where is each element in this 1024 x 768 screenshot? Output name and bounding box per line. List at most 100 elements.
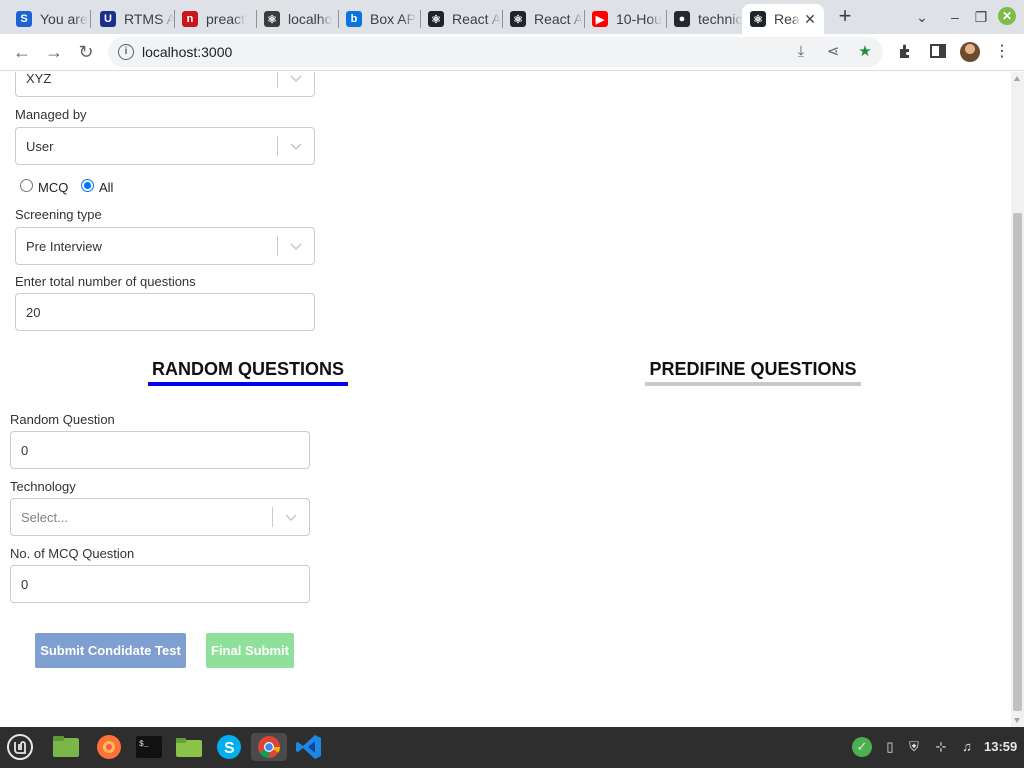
radio-mcq-label: MCQ xyxy=(38,180,69,195)
update-manager-icon[interactable]: ✓ xyxy=(852,737,872,757)
browser-tab[interactable]: ▶ 10-Hou xyxy=(584,4,666,34)
svg-text:S: S xyxy=(224,740,235,757)
submit-candidate-test-button[interactable]: Submit Condidate Test xyxy=(35,633,186,668)
browser-tab-label: React A xyxy=(534,11,584,27)
total-questions-input[interactable] xyxy=(15,293,315,331)
react-icon: ⚛ xyxy=(750,11,766,27)
final-submit-button[interactable]: Final Submit xyxy=(206,633,294,668)
tab-close-icon[interactable]: ✕ xyxy=(802,11,818,27)
browser-menu-icon[interactable]: ⋮ xyxy=(992,42,1012,62)
browser-tab[interactable]: ⚛ React A xyxy=(502,4,584,34)
browser-tab-label: preact xyxy=(206,11,245,27)
browser-tab-label: RTMS A xyxy=(124,11,174,27)
browser-tab[interactable]: ⚛ localho xyxy=(256,4,338,34)
chevron-down-icon[interactable] xyxy=(289,72,303,85)
technology-label: Technology xyxy=(10,479,76,494)
radio-all-label: All xyxy=(99,180,114,195)
browser-tab[interactable]: ● technic xyxy=(666,4,742,34)
browser-tab-label: You are xyxy=(40,11,88,27)
technology-select[interactable]: Select... xyxy=(10,498,310,536)
youtube-icon: ▶ xyxy=(592,11,608,27)
u-icon: U xyxy=(100,11,116,27)
files-icon[interactable] xyxy=(52,733,80,761)
window-close-icon[interactable]: ✕ xyxy=(998,7,1016,25)
tab-search-chevron-icon[interactable]: ⌄ xyxy=(912,7,932,27)
reload-icon[interactable]: ↻ xyxy=(74,40,98,64)
profile-avatar[interactable] xyxy=(960,42,980,62)
managed-by-value: User xyxy=(26,139,54,154)
share-icon[interactable]: ⋖ xyxy=(824,43,842,61)
browser-tabstrip: S You are U RTMS An preact ⚛ localho b Box AP ⚛ Re… xyxy=(0,0,1024,34)
firefox-icon[interactable] xyxy=(95,733,123,761)
install-app-icon[interactable]: ⤓ xyxy=(792,43,810,61)
screening-type-select[interactable]: Pre Interview xyxy=(15,227,315,265)
technology-placeholder: Select... xyxy=(21,510,68,525)
tab-separator xyxy=(90,10,91,28)
browser-tab[interactable]: S You are xyxy=(8,4,90,34)
browser-tab-label: 10-Hou xyxy=(616,11,662,27)
random-question-input[interactable] xyxy=(10,431,310,469)
browser-tab[interactable]: n preact xyxy=(174,4,256,34)
chevron-down-icon[interactable] xyxy=(284,510,298,524)
mint-menu-icon[interactable] xyxy=(6,733,34,761)
address-bar[interactable]: i localhost:3000 ⤓ ⋖ ★ xyxy=(108,37,883,67)
tab-predefine-questions[interactable]: PREDIFINE QUESTIONS xyxy=(645,359,861,380)
scroll-up-arrow-icon[interactable] xyxy=(1014,76,1020,81)
scrollbar-thumb[interactable] xyxy=(1013,213,1022,711)
browser-tab-label: React A xyxy=(452,11,502,27)
screening-type-label: Screening type xyxy=(15,207,102,222)
browser-tab[interactable]: b Box AP xyxy=(338,4,420,34)
page-viewport: XYZ Managed by User MCQ All Screening ty… xyxy=(0,72,1011,727)
select-separator xyxy=(277,136,278,156)
company-select[interactable]: XYZ xyxy=(15,72,315,97)
tab-random-questions[interactable]: RANDOM QUESTIONS xyxy=(148,359,348,380)
mcq-count-input[interactable] xyxy=(10,565,310,603)
managed-by-label: Managed by xyxy=(15,107,87,122)
browser-tab[interactable]: ⚛ Rea ✕ xyxy=(742,4,824,34)
skype-icon[interactable]: S xyxy=(215,733,243,761)
extensions-puzzle-icon[interactable] xyxy=(896,42,916,62)
back-arrow-icon[interactable]: ← xyxy=(10,40,34,64)
preact-icon: n xyxy=(182,11,198,27)
terminal-icon[interactable]: $_ xyxy=(135,733,163,761)
tab-predefine-underline xyxy=(645,382,861,386)
browser-tab-label: localho xyxy=(288,11,333,27)
site-info-icon[interactable]: i xyxy=(118,44,134,60)
chevron-down-icon[interactable] xyxy=(289,239,303,253)
radio-all[interactable] xyxy=(81,179,94,192)
url-text[interactable]: localhost:3000 xyxy=(142,44,232,60)
chrome-icon[interactable] xyxy=(251,733,287,761)
chevron-down-icon[interactable] xyxy=(289,139,303,153)
radio-mcq[interactable] xyxy=(20,179,33,192)
os-taskbar: $_ S ✓ ▯ ⛨ ⊹ ♫ 13:59 xyxy=(0,727,1024,768)
folder-icon[interactable] xyxy=(175,733,203,761)
react-icon: ⚛ xyxy=(428,11,444,27)
browser-tab[interactable]: ⚛ React A xyxy=(420,4,502,34)
forward-arrow-icon[interactable]: → xyxy=(42,40,66,64)
sound-icon[interactable]: ♫ xyxy=(959,739,975,755)
tab-random-underline xyxy=(148,382,348,386)
mcq-count-label: No. of MCQ Question xyxy=(10,546,135,561)
browser-tab-label: Rea xyxy=(774,11,800,27)
maximize-icon[interactable]: ❐ xyxy=(971,7,991,27)
github-icon: ● xyxy=(674,11,690,27)
shield-icon[interactable]: ⛨ xyxy=(906,739,922,755)
total-questions-label: Enter total number of questions xyxy=(15,274,196,289)
screening-type-value: Pre Interview xyxy=(26,239,102,254)
browser-tab[interactable]: U RTMS A xyxy=(92,4,174,34)
bookmark-star-icon[interactable]: ★ xyxy=(856,43,874,61)
clipboard-icon[interactable]: ▯ xyxy=(882,739,898,755)
managed-by-select[interactable]: User xyxy=(15,127,315,165)
taskbar-clock[interactable]: 13:59 xyxy=(984,739,1017,754)
s-icon: S xyxy=(16,11,32,27)
scroll-down-arrow-icon[interactable] xyxy=(1014,718,1020,723)
react-icon: ⚛ xyxy=(510,11,526,27)
box-icon: b xyxy=(346,11,362,27)
network-icon[interactable]: ⊹ xyxy=(933,739,949,755)
new-tab-button[interactable]: + xyxy=(834,5,856,28)
svg-text:$_: $_ xyxy=(139,740,149,749)
vscode-icon[interactable] xyxy=(295,733,323,761)
side-panel-icon[interactable] xyxy=(928,42,948,62)
page-scrollbar[interactable] xyxy=(1011,72,1024,727)
minimize-icon[interactable]: – xyxy=(945,7,965,27)
